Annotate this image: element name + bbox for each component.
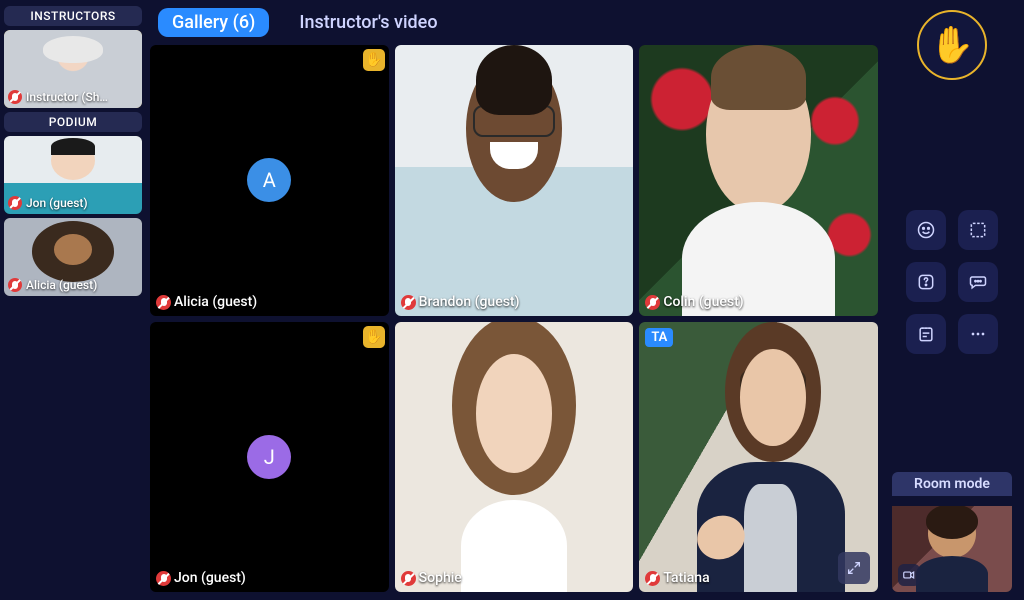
participant-name: Brandon (guest) <box>395 294 520 310</box>
tab-instructor-video[interactable]: Instructor's video <box>285 8 451 37</box>
help-icon <box>916 272 936 292</box>
gallery-tile-alicia[interactable]: A ✋ Alicia (guest) <box>150 45 389 316</box>
expand-button[interactable] <box>838 552 870 584</box>
participant-name: Instructor (Sh… <box>4 87 142 108</box>
raise-hand-button[interactable]: ✋ <box>917 10 987 80</box>
gallery-tile-jon[interactable]: J ✋ Jon (guest) <box>150 322 389 593</box>
sidebar-item-instructor[interactable]: Instructor (Sh… <box>4 30 142 108</box>
tab-gallery[interactable]: Gallery (6) <box>158 8 269 37</box>
gallery-tile-tatiana[interactable]: TA Tatiana <box>639 322 878 593</box>
sidebar-item-alicia[interactable]: Alicia (guest) <box>4 218 142 296</box>
room-mode-label: Room mode <box>892 472 1012 496</box>
smile-icon <box>916 220 936 240</box>
gallery-tile-sophie[interactable]: Sophie <box>395 322 634 593</box>
notes-icon <box>916 324 936 344</box>
layout-button[interactable] <box>958 210 998 250</box>
more-icon <box>968 324 988 344</box>
avatar-initial: A <box>247 158 291 202</box>
notes-button[interactable] <box>906 314 946 354</box>
video-feed <box>395 45 634 316</box>
help-button[interactable] <box>906 262 946 302</box>
expand-icon <box>846 560 862 576</box>
camera-icon <box>902 568 916 582</box>
chat-icon <box>968 272 988 292</box>
participant-name: Alicia (guest) <box>4 275 142 296</box>
participant-name: Colin (guest) <box>639 294 743 310</box>
sidebar-section-instructors-header: INSTRUCTORS <box>4 6 142 26</box>
raised-hand-icon: ✋ <box>363 326 385 348</box>
participant-name: Tatiana <box>639 570 709 586</box>
right-panel: ✋ Room mode <box>884 0 1024 600</box>
participant-name: Jon (guest) <box>150 570 246 586</box>
ta-badge: TA <box>645 328 673 347</box>
video-feed <box>395 322 634 593</box>
gallery-tile-colin[interactable]: Colin (guest) <box>639 45 878 316</box>
more-button[interactable] <box>958 314 998 354</box>
view-tabs: Gallery (6) Instructor's video <box>150 8 878 45</box>
participant-name: Alicia (guest) <box>150 294 257 310</box>
raised-hand-icon: ✋ <box>363 49 385 71</box>
sidebar-item-jon[interactable]: Jon (guest) <box>4 136 142 214</box>
sidebar: INSTRUCTORS Instructor (Sh… PODIUM Jon (… <box>0 0 146 600</box>
video-feed <box>639 45 878 316</box>
room-mode-tile[interactable] <box>892 506 1012 592</box>
chat-button[interactable] <box>958 262 998 302</box>
avatar-initial: J <box>247 435 291 479</box>
camera-button[interactable] <box>898 564 920 586</box>
participant-name: Sophie <box>395 570 462 586</box>
reactions-button[interactable] <box>906 210 946 250</box>
participant-name: Jon (guest) <box>4 193 142 214</box>
gallery-grid: A ✋ Alicia (guest) Brandon (guest) Colin… <box>150 45 878 592</box>
action-buttons <box>906 210 998 354</box>
main-area: Gallery (6) Instructor's video A ✋ Alici… <box>146 0 884 600</box>
gallery-tile-brandon[interactable]: Brandon (guest) <box>395 45 634 316</box>
grid-icon <box>968 220 988 240</box>
sidebar-section-podium-header: PODIUM <box>4 112 142 132</box>
